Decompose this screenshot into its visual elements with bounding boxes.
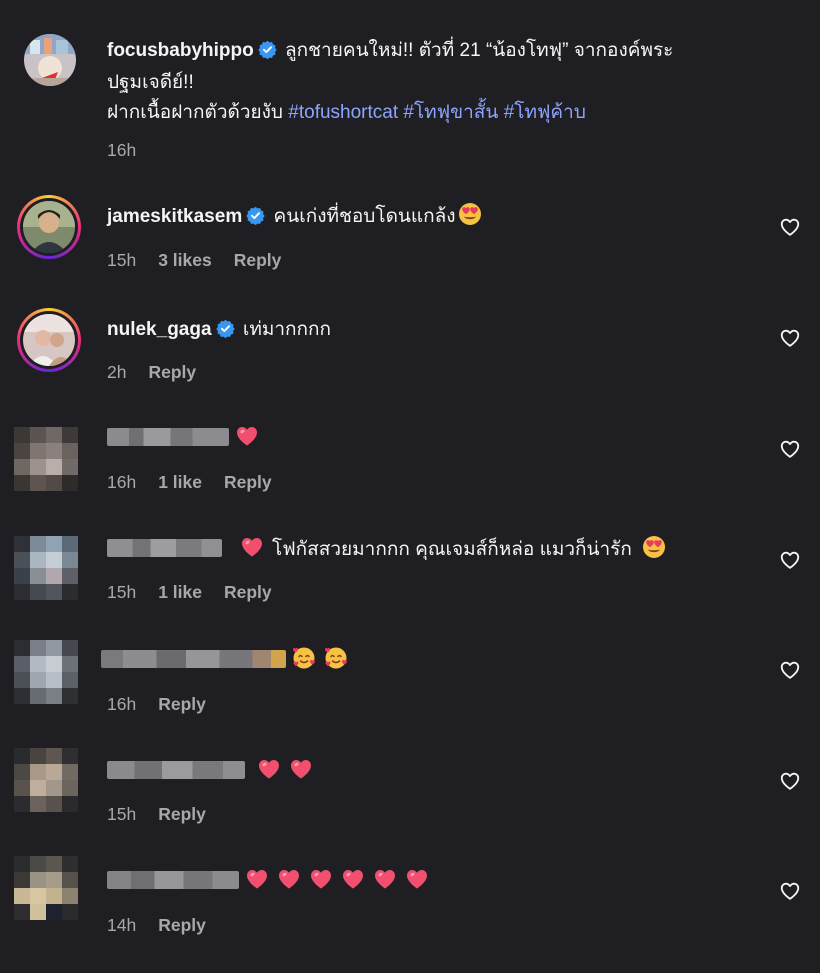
smiling-hearts-emoji-icon	[292, 646, 316, 670]
comment-text: คนเก่งที่ชอบโดนแกล้ง	[273, 206, 456, 227]
heart-emoji-icon	[309, 867, 333, 891]
post-caption-line1: focusbabyhippo ลูกชายคนใหม่!! ตัวที่ 21 …	[107, 36, 673, 66]
comment-1: jameskitkasem คนเก่งที่ชอบโดนแกล้ง	[107, 202, 490, 232]
post-caption-text: ลูกชายคนใหม่!! ตัวที่ 21 “น้องโทฟุ” จากอ…	[285, 40, 674, 61]
pixelated-avatar[interactable]	[14, 427, 78, 491]
comment-meta: 2h Reply	[107, 362, 218, 383]
like-heart-icon[interactable]	[779, 327, 801, 349]
comment-text: โฟกัสสวยมากกก คุณเจมส์ก็หล่อ แมวก็น่ารัก	[272, 539, 632, 560]
comment-meta: 15h 1 like Reply	[107, 582, 294, 603]
pixelated-username[interactable]	[107, 539, 222, 557]
like-heart-icon[interactable]	[779, 438, 801, 460]
avatar-image	[24, 34, 76, 86]
comment-meta: 15h Reply	[107, 804, 228, 825]
verified-badge-icon	[216, 319, 235, 338]
avatar-image	[23, 314, 75, 366]
pixelated-username[interactable]	[101, 650, 286, 668]
post-caption-line3: ฝากเนื้อฝากตัวด้วยงับ #tofushortcat #โทฟ…	[107, 102, 586, 123]
heart-emoji-icon	[373, 867, 397, 891]
comment-timestamp: 14h	[107, 915, 137, 935]
comment-timestamp: 15h	[107, 582, 137, 602]
verified-badge-icon	[258, 40, 277, 59]
like-heart-icon[interactable]	[779, 549, 801, 571]
commenter-username[interactable]: jameskitkasem	[107, 206, 242, 227]
comment-timestamp: 16h	[107, 472, 137, 492]
pixelated-avatar[interactable]	[14, 536, 78, 600]
reply-button[interactable]: Reply	[224, 472, 272, 492]
comment-timestamp: 15h	[107, 250, 137, 270]
commenter-avatar	[23, 314, 75, 366]
comment-likes[interactable]: 1 like	[158, 472, 202, 492]
like-heart-icon[interactable]	[779, 216, 801, 238]
post-meta: 16h	[107, 140, 158, 161]
comment-3	[107, 424, 267, 454]
pixelated-avatar[interactable]	[14, 856, 78, 920]
heart-emoji-icon	[405, 867, 429, 891]
comment-meta: 14h Reply	[107, 915, 228, 936]
comment-4: โฟกัสสวยมากกก คุณเจมส์ก็หล่อ แมวก็น่ารัก	[107, 535, 674, 565]
heart-eyes-emoji-icon	[642, 535, 666, 559]
pixelated-username[interactable]	[107, 761, 245, 779]
comment-5	[101, 646, 356, 676]
story-ring[interactable]	[17, 195, 81, 259]
comment-meta: 16h Reply	[107, 694, 228, 715]
pixelated-avatar[interactable]	[14, 640, 78, 704]
reply-button[interactable]: Reply	[234, 250, 282, 270]
reply-button[interactable]: Reply	[158, 694, 206, 714]
reply-button[interactable]: Reply	[224, 582, 272, 602]
heart-eyes-emoji-icon	[458, 202, 482, 226]
heart-emoji-icon	[240, 535, 264, 559]
comment-timestamp: 16h	[107, 694, 137, 714]
like-heart-icon[interactable]	[779, 770, 801, 792]
like-heart-icon[interactable]	[779, 659, 801, 681]
comment-meta: 16h 1 like Reply	[107, 472, 294, 493]
reply-button[interactable]: Reply	[158, 915, 206, 935]
heart-emoji-icon	[277, 867, 301, 891]
commenter-username[interactable]: nulek_gaga	[107, 319, 212, 340]
comment-timestamp: 15h	[107, 804, 137, 824]
comment-timestamp: 2h	[107, 362, 127, 382]
commenter-avatar	[23, 201, 75, 253]
avatar-image	[23, 201, 75, 253]
comment-likes[interactable]: 3 likes	[158, 250, 212, 270]
reply-button[interactable]: Reply	[148, 362, 196, 382]
post-caption-line2: ปฐมเจดีย์!!	[107, 72, 194, 93]
comment-text: เท่มากกกก	[242, 319, 332, 340]
heart-emoji-icon	[235, 424, 259, 448]
heart-emoji-icon	[289, 757, 313, 781]
comment-meta: 15h 3 likes Reply	[107, 250, 303, 271]
post-author-username[interactable]: focusbabyhippo	[107, 40, 254, 61]
pixelated-username[interactable]	[107, 428, 229, 446]
hashtag-link[interactable]: #โทฟุค้าบ	[504, 102, 586, 123]
hashtag-link[interactable]: #โทฟุขาสั้น	[403, 102, 498, 123]
heart-emoji-icon	[257, 757, 281, 781]
comment-6	[107, 757, 321, 787]
story-ring[interactable]	[17, 308, 81, 372]
heart-emoji-icon	[341, 867, 365, 891]
smiling-hearts-emoji-icon	[324, 646, 348, 670]
pixelated-avatar[interactable]	[14, 748, 78, 812]
pixelated-username[interactable]	[107, 871, 239, 889]
post-author-avatar[interactable]	[24, 34, 76, 86]
comment-7	[107, 867, 437, 897]
post-timestamp: 16h	[107, 140, 137, 160]
hashtag-link[interactable]: #tofushortcat	[288, 102, 398, 123]
verified-badge-icon	[246, 206, 265, 225]
comment-likes[interactable]: 1 like	[158, 582, 202, 602]
heart-emoji-icon	[245, 867, 269, 891]
like-heart-icon[interactable]	[779, 880, 801, 902]
reply-button[interactable]: Reply	[158, 804, 206, 824]
comment-2: nulek_gaga เท่มากกกก	[107, 315, 331, 345]
